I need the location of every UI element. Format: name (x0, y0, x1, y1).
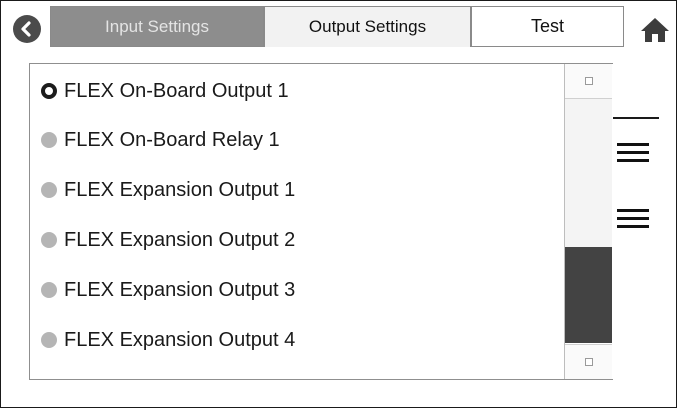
output-list-item[interactable]: FLEX On-Board Output 1 (30, 74, 560, 108)
tab-input-settings[interactable]: Input Settings (50, 6, 264, 47)
scroll-thumb[interactable] (565, 247, 612, 343)
list-scrollbar[interactable] (564, 64, 613, 379)
output-list-item[interactable]: FLEX Expansion Output 2 (30, 223, 560, 257)
output-list-item[interactable]: FLEX Expansion Output 1 (30, 173, 560, 207)
scroll-down-icon (585, 358, 593, 366)
tab-test[interactable]: Test (471, 6, 624, 47)
scroll-up-icon (585, 77, 593, 85)
menu-button-1[interactable] (613, 141, 653, 169)
output-list-panel: FLEX On-Board Output 1 FLEX On-Board Rela… (29, 63, 613, 380)
output-list-item[interactable]: FLEX Expansion Output 3 (30, 273, 560, 307)
radio-unselected-icon[interactable] (41, 232, 57, 248)
output-item-label: FLEX On-Board Output 1 (64, 79, 289, 102)
output-list-item[interactable]: FLEX Expansion Output 4 (30, 323, 560, 357)
home-button[interactable] (640, 17, 670, 43)
home-icon (641, 18, 669, 42)
back-arrow-icon (21, 21, 31, 37)
radio-selected-icon[interactable] (41, 83, 57, 99)
output-list: FLEX On-Board Output 1 FLEX On-Board Rela… (30, 64, 562, 379)
output-list-item[interactable]: FLEX On-Board Relay 1 (30, 123, 560, 157)
output-item-label: FLEX Expansion Output 3 (64, 278, 296, 301)
output-item-label: FLEX Expansion Output 4 (64, 328, 296, 351)
radio-unselected-icon[interactable] (41, 132, 57, 148)
app-frame: Input Settings Output Settings Test FLEX… (0, 0, 677, 408)
scroll-up-button[interactable] (565, 64, 612, 99)
radio-unselected-icon[interactable] (41, 182, 57, 198)
scroll-track[interactable] (565, 99, 612, 343)
menu-button-2[interactable] (613, 207, 653, 235)
radio-unselected-icon[interactable] (41, 282, 57, 298)
output-item-label: FLEX On-Board Relay 1 (64, 128, 280, 151)
radio-unselected-icon[interactable] (41, 332, 57, 348)
divider-line (613, 117, 659, 119)
output-item-label: FLEX Expansion Output 2 (64, 228, 296, 251)
back-button[interactable] (13, 15, 41, 43)
output-item-label: FLEX Expansion Output 1 (64, 178, 296, 201)
tab-output-settings[interactable]: Output Settings (264, 6, 471, 47)
scroll-down-button[interactable] (565, 344, 612, 379)
